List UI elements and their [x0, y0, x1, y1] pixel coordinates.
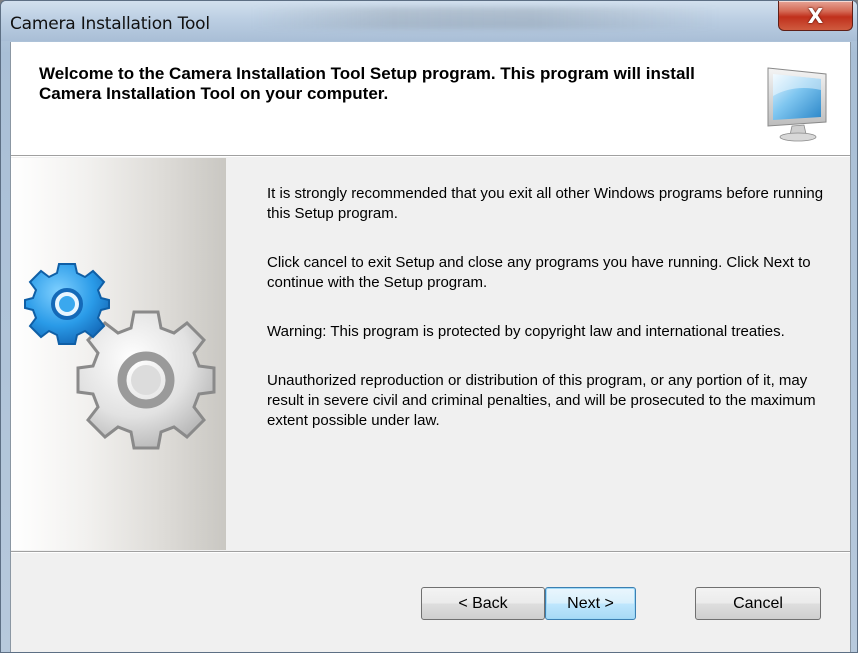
side-banner — [11, 158, 226, 550]
title-bar[interactable]: Camera Installation Tool X — [1, 1, 857, 41]
next-button[interactable]: Next > — [545, 587, 636, 620]
footer-divider — [11, 551, 850, 553]
window-title: Camera Installation Tool — [10, 14, 210, 34]
dialog-header: Welcome to the Camera Installation Tool … — [11, 42, 850, 157]
setup-instructions: It is strongly recommended that you exit… — [267, 184, 847, 460]
close-button[interactable]: X — [778, 1, 853, 31]
monitor-icon — [767, 67, 827, 142]
instruction-exit-programs: It is strongly recommended that you exit… — [267, 185, 824, 222]
instruction-cancel-next: Click cancel to exit Setup and close any… — [267, 254, 811, 291]
close-icon: X — [807, 3, 824, 28]
gears-icon — [24, 263, 216, 450]
setup-window: Camera Installation Tool X Welcome to th… — [0, 0, 858, 653]
welcome-heading: Welcome to the Camera Installation Tool … — [39, 64, 695, 103]
unauthorized-notice: Unauthorized reproduction or distributio… — [267, 372, 816, 429]
copyright-warning: Warning: This program is protected by co… — [267, 323, 785, 340]
back-button[interactable]: < Back — [421, 587, 545, 620]
cancel-button[interactable]: Cancel — [695, 587, 821, 620]
dialog-client-area: Welcome to the Camera Installation Tool … — [10, 42, 851, 652]
